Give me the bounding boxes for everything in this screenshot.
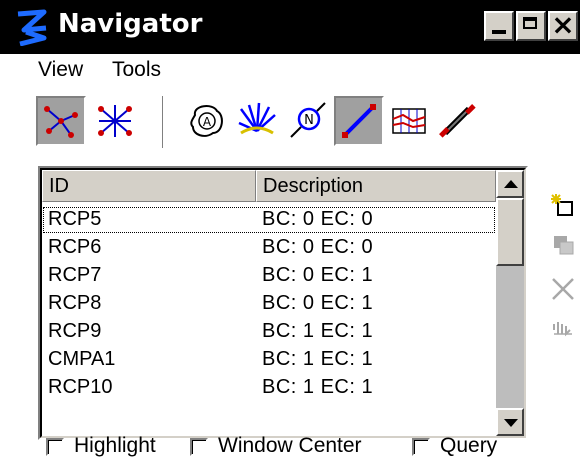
review-button[interactable]	[550, 316, 576, 342]
menu-view[interactable]: View	[38, 58, 83, 82]
review-icon	[553, 322, 572, 337]
table-row[interactable]: CMPA1 BC: 1 EC: 1	[42, 346, 496, 374]
row-id: RCP7	[48, 264, 102, 286]
pipe-segment-button[interactable]	[432, 96, 482, 146]
node-circle-icon: N	[290, 102, 326, 138]
table-row[interactable]: RCP5 BC: 0 EC: 0	[42, 206, 496, 234]
segment-line-button[interactable]	[334, 96, 384, 146]
menu-tools[interactable]: Tools	[112, 58, 161, 82]
profile-grid-icon	[392, 108, 426, 134]
row-id: CMPA1	[48, 348, 116, 370]
burst-lines-icon	[238, 102, 276, 135]
network-view-icon	[44, 106, 78, 138]
row-id: RCP8	[48, 292, 102, 314]
row-description: BC: 1 EC: 1	[262, 348, 374, 370]
query-label: Query	[440, 434, 498, 457]
window-center-checkbox[interactable]	[190, 438, 208, 456]
table-row[interactable]: RCP7 BC: 0 EC: 1	[42, 262, 496, 290]
navigator-window: Navigator × View Tools A N ID Descriptio…	[0, 0, 580, 464]
window-title: Navigator	[58, 9, 203, 39]
arrow-up-icon	[504, 180, 518, 188]
scroll-thumb[interactable]	[496, 198, 524, 266]
close-icon: ×	[551, 8, 575, 41]
row-description: BC: 0 EC: 0	[262, 208, 374, 230]
app-logo-icon	[17, 9, 47, 46]
svg-text:N: N	[304, 113, 314, 128]
maximize-button[interactable]	[516, 11, 546, 41]
row-id: RCP6	[48, 236, 102, 258]
row-description: BC: 0 EC: 1	[262, 264, 374, 286]
options-bar: Highlight Window Center Query	[0, 434, 580, 464]
row-description: BC: 1 EC: 1	[262, 376, 374, 398]
new-item-icon	[551, 194, 573, 216]
row-description: BC: 0 EC: 0	[262, 236, 374, 258]
alignment-point-icon: A	[190, 105, 223, 137]
delete-icon	[552, 278, 574, 300]
star-network-icon	[98, 105, 132, 137]
table-row[interactable]: RCP9 BC: 1 EC: 1	[42, 318, 496, 346]
alignment-point-button[interactable]: A	[182, 96, 232, 146]
profile-grid-button[interactable]	[384, 96, 434, 146]
scroll-up-button[interactable]	[496, 170, 524, 198]
row-id: RCP10	[48, 376, 113, 398]
query-checkbox[interactable]	[412, 438, 430, 456]
table-row[interactable]: RCP6 BC: 0 EC: 0	[42, 234, 496, 262]
delete-button[interactable]	[550, 276, 576, 302]
pipe-segment-icon	[439, 104, 476, 138]
scroll-track[interactable]	[496, 266, 524, 408]
table-row[interactable]: RCP10 BC: 1 EC: 1	[42, 374, 496, 402]
highlight-label: Highlight	[74, 434, 156, 457]
row-id: RCP9	[48, 320, 102, 342]
network-view-button[interactable]	[36, 96, 86, 146]
copy-icon	[554, 236, 574, 255]
element-list: ID Description RCP5 BC: 0 EC: 0 RCP6 BC:…	[38, 166, 528, 440]
close-button[interactable]: ×	[548, 8, 578, 41]
highlight-checkbox[interactable]	[46, 438, 64, 456]
title-bar[interactable]: Navigator ×	[0, 0, 580, 54]
arrow-down-icon	[504, 419, 518, 427]
element-list-body[interactable]: ID Description RCP5 BC: 0 EC: 0 RCP6 BC:…	[40, 168, 526, 438]
svg-text:A: A	[203, 115, 212, 129]
toolbar: A N	[0, 92, 580, 156]
node-circle-button[interactable]: N	[282, 96, 332, 146]
menu-bar: View Tools	[0, 58, 580, 86]
vertical-scrollbar[interactable]	[496, 170, 524, 436]
minimize-button[interactable]	[484, 11, 514, 41]
toolbar-separator	[162, 96, 167, 148]
segment-line-icon	[342, 104, 376, 138]
window-center-label: Window Center	[218, 434, 362, 457]
table-row[interactable]: RCP8 BC: 0 EC: 1	[42, 290, 496, 318]
new-item-button[interactable]	[550, 192, 576, 218]
star-network-button[interactable]	[90, 96, 140, 146]
column-header-id[interactable]: ID	[42, 170, 256, 202]
row-id: RCP5	[48, 208, 102, 230]
column-header-description[interactable]: Description	[256, 170, 496, 202]
scroll-down-button[interactable]	[496, 408, 524, 436]
row-description: BC: 1 EC: 1	[262, 320, 374, 342]
burst-lines-button[interactable]	[232, 96, 282, 146]
copy-button[interactable]	[550, 232, 576, 258]
row-description: BC: 0 EC: 1	[262, 292, 374, 314]
